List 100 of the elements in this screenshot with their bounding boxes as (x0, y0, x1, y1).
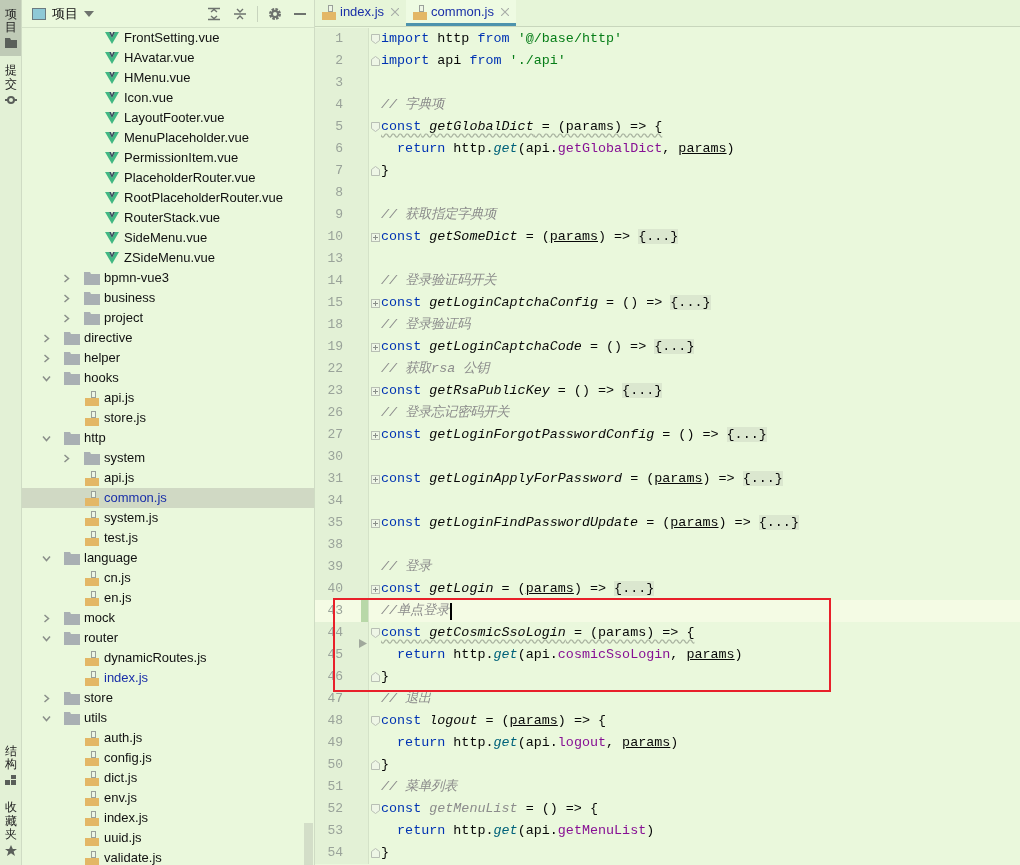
tree-item[interactable]: PermissionItem.vue (22, 148, 314, 168)
fold-icon[interactable] (370, 804, 380, 814)
tree-item[interactable]: SideMenu.vue (22, 228, 314, 248)
tree-item[interactable]: utils (22, 708, 314, 728)
fold-end-icon[interactable] (370, 760, 380, 770)
tree-item[interactable]: store (22, 688, 314, 708)
code-line: const getLoginApplyForPassword = (params) => {...} (381, 469, 783, 488)
expand-all-icon[interactable] (207, 6, 221, 21)
vue-file-icon (105, 212, 119, 224)
tree-item[interactable]: index.js (22, 668, 314, 688)
tree-item[interactable]: project (22, 308, 314, 328)
code-line: const getLoginCaptchaCode = () => {...} (381, 337, 695, 356)
chevron-right-icon[interactable] (42, 613, 51, 623)
tool-window-tab[interactable]: 项目 (0, 0, 21, 57)
expand-fold-icon[interactable] (370, 386, 380, 396)
tree-item[interactable]: dict.js (22, 768, 314, 788)
tree-item[interactable]: HAvatar.vue (22, 48, 314, 68)
tree-item[interactable]: api.js (22, 468, 314, 488)
tree-item[interactable]: common.js (22, 488, 314, 508)
tree-item[interactable]: directive (22, 328, 314, 348)
tool-window-tab[interactable]: 提交 (0, 56, 21, 113)
run-marker-icon[interactable] (359, 639, 367, 648)
fold-end-icon[interactable] (370, 848, 380, 858)
fold-end-icon[interactable] (370, 56, 380, 66)
fold-icon[interactable] (370, 34, 380, 44)
tree-item[interactable]: validate.js (22, 848, 314, 865)
tree-item[interactable]: helper (22, 348, 314, 368)
chevron-right-icon[interactable] (42, 693, 51, 703)
code-line: } (381, 843, 390, 862)
tree-item[interactable]: auth.js (22, 728, 314, 748)
tree-item[interactable]: config.js (22, 748, 314, 768)
expand-fold-icon[interactable] (370, 342, 380, 352)
expand-fold-icon[interactable] (370, 232, 380, 242)
tree-item[interactable]: system.js (22, 508, 314, 528)
tree-item[interactable]: env.js (22, 788, 314, 808)
expand-fold-icon[interactable] (370, 430, 380, 440)
folder-icon (64, 691, 80, 705)
chevron-down-icon[interactable] (42, 633, 51, 643)
expand-fold-icon[interactable] (370, 474, 380, 484)
expand-fold-icon[interactable] (370, 518, 380, 528)
commit-icon (4, 94, 17, 105)
fold-icon[interactable] (370, 122, 380, 132)
tree-item[interactable]: business (22, 288, 314, 308)
code-line: const getSomeDict = (params) => {...} (381, 227, 679, 246)
js-file-icon (85, 730, 99, 746)
tree-item[interactable]: api.js (22, 388, 314, 408)
tool-window-tab[interactable]: 收藏夹 (0, 793, 21, 865)
minimize-icon[interactable] (294, 12, 306, 15)
chevron-down-icon[interactable] (42, 713, 51, 723)
tree-item[interactable]: cn.js (22, 568, 314, 588)
expand-fold-icon[interactable] (370, 298, 380, 308)
fold-end-icon[interactable] (370, 672, 380, 682)
tree-item[interactable]: ZSideMenu.vue (22, 248, 314, 268)
tree-item[interactable]: FrontSetting.vue (22, 28, 314, 48)
tree-item[interactable]: dynamicRoutes.js (22, 648, 314, 668)
scrollbar-thumb[interactable] (304, 823, 313, 865)
panel-title[interactable]: 项目 (52, 3, 78, 24)
tree-item[interactable]: MenuPlaceholder.vue (22, 128, 314, 148)
line-number: 53 (326, 822, 343, 841)
tree-item[interactable]: hooks (22, 368, 314, 388)
code-line: // 菜单列表 (381, 777, 458, 796)
folder-icon (64, 611, 80, 625)
tree-item[interactable]: HMenu.vue (22, 68, 314, 88)
code-line: const getRsaPublicKey = () => {...} (381, 381, 663, 400)
tree-item[interactable]: router (22, 628, 314, 648)
close-icon[interactable] (391, 7, 400, 16)
tree-item[interactable]: RootPlaceholderRouter.vue (22, 188, 314, 208)
fold-end-icon[interactable] (370, 166, 380, 176)
tool-window-tab[interactable]: 结构 (0, 737, 21, 794)
tree-item[interactable]: mock (22, 608, 314, 628)
fold-icon[interactable] (370, 628, 380, 638)
expand-fold-icon[interactable] (370, 584, 380, 594)
line-number: 8 (334, 184, 343, 203)
collapse-all-icon[interactable] (233, 6, 247, 21)
tree-item[interactable]: LayoutFooter.vue (22, 108, 314, 128)
tree-item[interactable]: language (22, 548, 314, 568)
editor-tab[interactable]: common.js (406, 0, 516, 26)
chevron-down-icon[interactable] (42, 433, 51, 443)
tree-item[interactable]: PlaceholderRouter.vue (22, 168, 314, 188)
tree-item[interactable]: en.js (22, 588, 314, 608)
tree-item[interactable]: RouterStack.vue (22, 208, 314, 228)
tree-item[interactable]: store.js (22, 408, 314, 428)
vue-file-icon (105, 252, 119, 264)
fold-icon[interactable] (370, 716, 380, 726)
vue-file-icon (105, 92, 119, 104)
vue-file-icon (105, 32, 119, 44)
settings-icon[interactable] (268, 6, 282, 21)
tree-item[interactable]: index.js (22, 808, 314, 828)
tree-item[interactable]: uuid.js (22, 828, 314, 848)
editor-tab[interactable]: index.js (315, 0, 407, 26)
chevron-right-icon[interactable] (62, 453, 71, 463)
tree-item[interactable]: Icon.vue (22, 88, 314, 108)
close-icon[interactable] (500, 7, 509, 16)
tree-item[interactable]: system (22, 448, 314, 468)
tree-item[interactable]: bpmn-vue3 (22, 268, 314, 288)
tree-item[interactable]: test.js (22, 528, 314, 548)
tree-item[interactable]: http (22, 428, 314, 448)
caret-icon[interactable] (84, 10, 94, 17)
chevron-down-icon[interactable] (42, 373, 51, 383)
chevron-down-icon[interactable] (42, 553, 51, 563)
